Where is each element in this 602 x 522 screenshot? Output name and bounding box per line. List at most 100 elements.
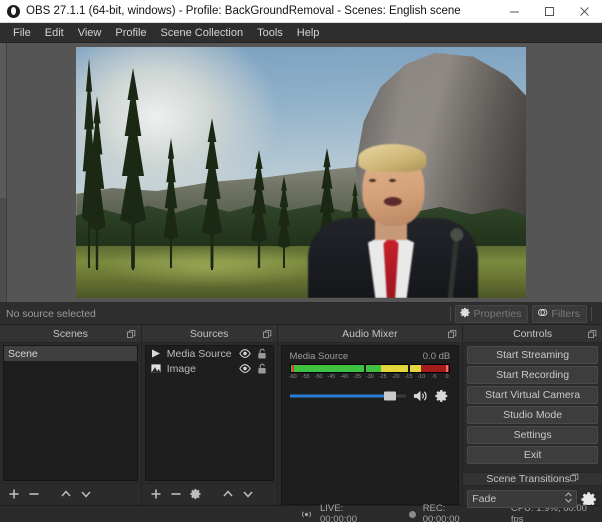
source-properties-button[interactable]	[190, 488, 202, 500]
preview-canvas[interactable]	[76, 47, 526, 298]
obs-main-window: OBS 27.1.1 (64-bit, windows) - Profile: …	[0, 0, 602, 522]
scenes-list[interactable]: Scene	[3, 345, 138, 481]
filters-icon	[537, 307, 548, 321]
popout-icon[interactable]	[126, 329, 136, 338]
studio-mode-button[interactable]: Studio Mode	[467, 406, 598, 424]
move-scene-up-button[interactable]	[60, 488, 72, 500]
meter-tick: -55	[301, 374, 310, 380]
scenes-dock: Scenes Scene	[0, 325, 142, 505]
window-title: OBS 27.1.1 (64-bit, windows) - Profile: …	[26, 5, 461, 17]
audio-mixer-dock: Audio Mixer Media Source 0.0 dB -60 -55 …	[277, 325, 464, 505]
mixer-level-value: 0.0 dB	[422, 351, 451, 362]
sources-title-label: Sources	[189, 327, 229, 340]
chevron-updown-icon[interactable]	[564, 491, 573, 507]
source-list-item[interactable]: Media Source	[146, 346, 273, 361]
meter-scale: -60 -55 -50 -45 -40 -35 -30 -25 -20 -15 …	[289, 373, 451, 382]
properties-button[interactable]: Properties	[454, 304, 529, 323]
preview-vertical-scrollbar[interactable]	[0, 43, 7, 302]
menu-bar: File Edit View Profile Scene Collection …	[0, 23, 602, 43]
controls-title-label: Controls	[513, 327, 553, 340]
add-scene-button[interactable]	[8, 488, 20, 500]
window-controls	[497, 0, 602, 22]
hair	[358, 144, 427, 172]
composited-speaker	[296, 138, 486, 298]
eye-icon[interactable]	[238, 363, 251, 374]
slider-fill	[289, 394, 390, 398]
meter-yellow-segment	[380, 365, 421, 372]
add-source-button[interactable]	[150, 488, 162, 500]
meter-tick: -10	[417, 374, 426, 380]
source-list-item[interactable]: Image	[146, 361, 273, 376]
scene-list-item[interactable]: Scene	[4, 346, 137, 361]
move-source-down-button[interactable]	[242, 488, 254, 500]
meter-green-segment	[290, 365, 381, 372]
popout-icon[interactable]	[448, 329, 457, 338]
image-source-icon	[150, 363, 162, 374]
mouth	[383, 197, 402, 206]
remove-scene-button[interactable]	[28, 488, 40, 500]
volume-slider[interactable]	[289, 391, 407, 401]
lock-open-icon[interactable]	[256, 348, 268, 359]
settings-button[interactable]: Settings	[467, 426, 598, 444]
start-recording-button[interactable]: Start Recording	[467, 366, 598, 384]
move-source-up-button[interactable]	[222, 488, 234, 500]
meter-peak-left	[291, 365, 294, 372]
eye	[389, 179, 396, 182]
maximize-icon[interactable]	[532, 0, 567, 22]
gear-icon	[459, 307, 471, 321]
menu-edit[interactable]: Edit	[38, 25, 71, 41]
source-action-buttons: Properties Filters	[454, 304, 587, 323]
slider-handle[interactable]	[383, 391, 396, 401]
menu-scene-collection[interactable]: Scene Collection	[154, 25, 251, 41]
controls-buttons: Start Streaming Start Recording Start Vi…	[463, 343, 602, 470]
menu-profile[interactable]: Profile	[108, 25, 153, 41]
remove-source-button[interactable]	[170, 488, 182, 500]
move-scene-down-button[interactable]	[80, 488, 92, 500]
scrollbar-thumb[interactable]	[0, 43, 6, 199]
meter-tick: -50	[314, 374, 323, 380]
lock-open-icon[interactable]	[256, 363, 268, 374]
controls-dock: Controls Start Streaming Start Recording…	[463, 325, 602, 522]
toolbar-divider	[449, 306, 451, 321]
mixer-channel-strip: Media Source 0.0 dB -60 -55 -50 -45 -40 …	[282, 346, 459, 403]
broadcast-icon	[300, 510, 313, 519]
source-selection-bar: No source selected Properties Filters	[0, 303, 602, 325]
meter-tick: -35	[353, 374, 362, 380]
filters-button[interactable]: Filters	[532, 304, 587, 323]
start-virtual-camera-button[interactable]: Start Virtual Camera	[467, 386, 598, 404]
popout-icon[interactable]	[588, 329, 597, 338]
live-status-label: LIVE: 00:00:00	[320, 503, 357, 522]
dock-row: Scenes Scene Sources Media Source Image …	[0, 325, 602, 522]
close-icon[interactable]	[567, 0, 602, 22]
meter-tick: -5	[431, 374, 437, 380]
audio-level-meter	[289, 364, 451, 373]
meter-tick: 0	[445, 374, 449, 380]
menu-file[interactable]: File	[6, 25, 38, 41]
menu-view[interactable]: View	[71, 25, 109, 41]
controls-dock-title: Controls	[463, 325, 602, 343]
meter-tick: -25	[378, 374, 387, 380]
speaker-icon[interactable]	[413, 389, 428, 403]
exit-button[interactable]: Exit	[467, 446, 598, 464]
sources-list[interactable]: Media Source Image	[144, 345, 274, 481]
preview-area[interactable]	[0, 43, 602, 303]
filters-label: Filters	[551, 307, 580, 320]
popout-icon[interactable]	[262, 329, 272, 338]
eye-icon[interactable]	[238, 348, 251, 359]
meter-red-segment	[420, 365, 450, 372]
start-streaming-button[interactable]: Start Streaming	[467, 346, 598, 364]
record-dot-icon	[408, 510, 416, 518]
scene-transitions-title: Scene Transitions	[463, 472, 602, 486]
properties-label: Properties	[473, 307, 522, 320]
menu-tools[interactable]: Tools	[250, 25, 290, 41]
mixer-channel-name: Media Source	[289, 351, 349, 362]
mixer-dock-title: Audio Mixer	[277, 325, 463, 343]
popout-icon[interactable]	[569, 473, 579, 485]
transitions-title-label: Scene Transitions	[486, 473, 570, 485]
gear-icon[interactable]	[435, 389, 450, 403]
transition-select[interactable]: Fade	[467, 490, 577, 508]
sources-dock-title: Sources	[141, 325, 277, 343]
minimize-icon[interactable]	[497, 0, 532, 22]
scenes-title-label: Scenes	[52, 327, 88, 340]
menu-help[interactable]: Help	[290, 25, 327, 41]
